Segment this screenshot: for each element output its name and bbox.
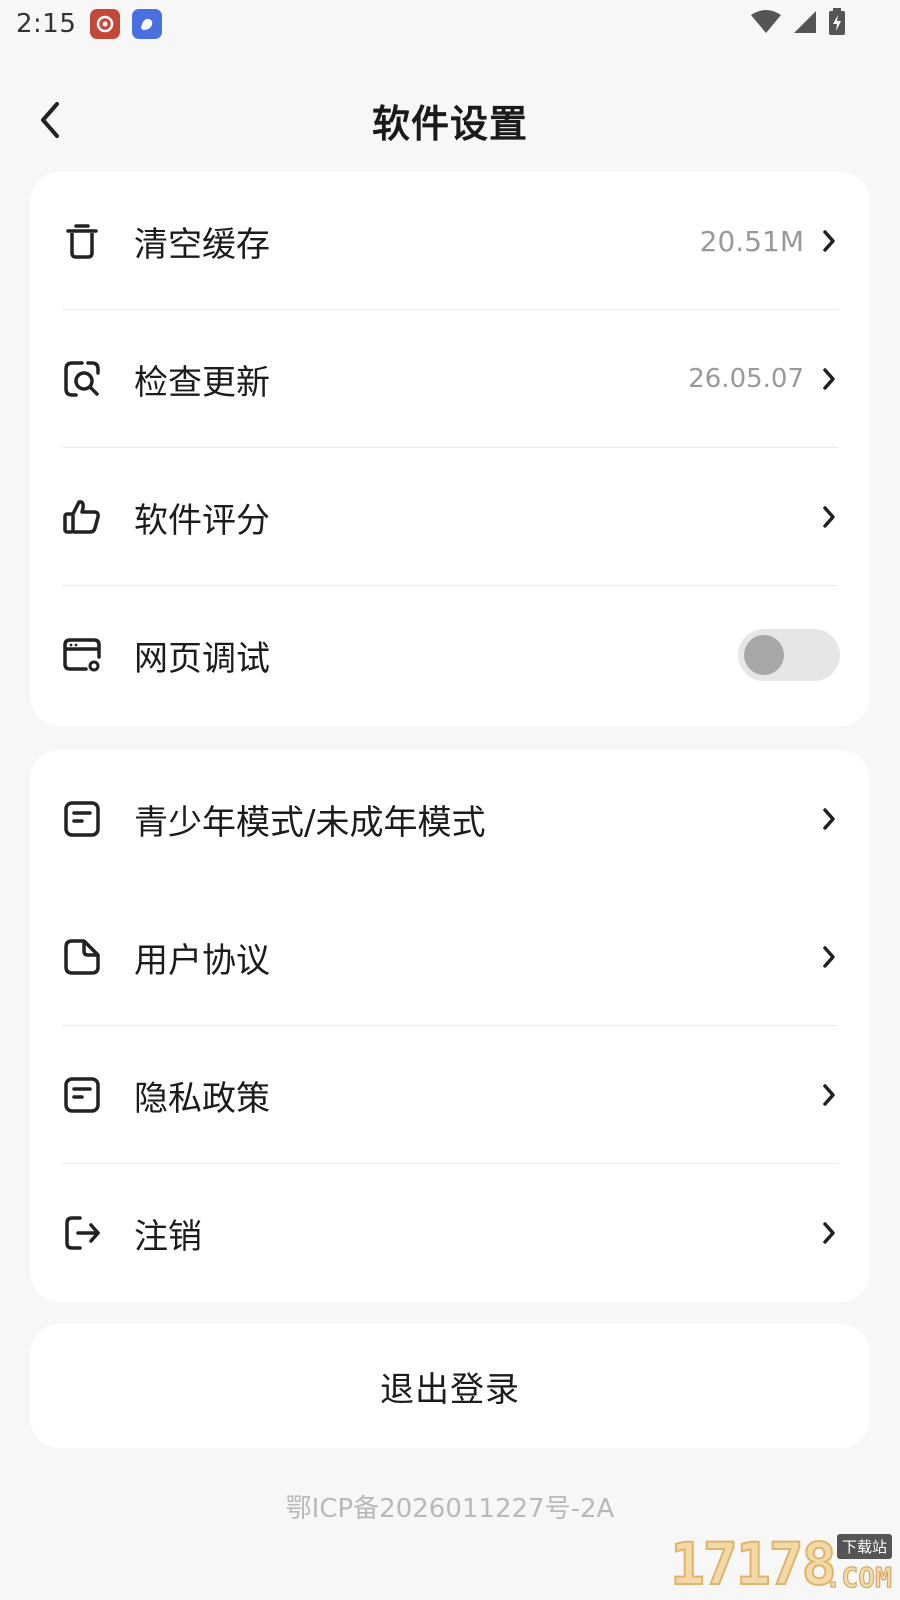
back-button[interactable]: [28, 98, 72, 142]
thumbs-up-icon: [60, 495, 104, 539]
privacy-policy-label: 隐私政策: [134, 1078, 270, 1119]
logout-label: 退出登录: [380, 1369, 520, 1410]
logout-icon: [60, 1211, 104, 1255]
web-debug-label: 网页调试: [134, 638, 270, 679]
check-update-row[interactable]: 检查更新 26.05.07: [30, 310, 870, 448]
page-header: 软件设置: [0, 70, 900, 170]
rate-app-label: 软件评分: [134, 500, 270, 541]
clear-cache-label: 清空缓存: [134, 224, 270, 265]
web-debug-toggle[interactable]: [738, 629, 840, 681]
youth-mode-row[interactable]: 青少年模式/未成年模式: [30, 750, 870, 888]
privacy-policy-row[interactable]: 隐私政策: [30, 1026, 870, 1164]
settings-card-general: 清空缓存 20.51M 检查更新 26.05.07 软件评分 网页调试: [30, 172, 870, 726]
rate-app-row[interactable]: 软件评分: [30, 448, 870, 586]
clear-cache-row[interactable]: 清空缓存 20.51M: [30, 172, 870, 310]
icp-license-text: 鄂ICP备2026011227号-2A: [285, 1494, 615, 1524]
toggle-knob: [744, 635, 784, 675]
document-icon: [60, 797, 104, 841]
chevron-right-icon: [818, 1080, 840, 1110]
signal-icon: [792, 9, 818, 39]
youth-mode-label: 青少年模式/未成年模式: [134, 802, 486, 843]
logout-button[interactable]: 退出登录: [30, 1324, 870, 1448]
chevron-right-icon: [818, 226, 840, 256]
cache-size-value: 20.51M: [699, 224, 804, 258]
user-agreement-row[interactable]: 用户协议: [30, 888, 870, 1026]
chevron-right-icon: [818, 1218, 840, 1248]
watermark-logo: 17178 .COM 下载站: [666, 1529, 896, 1599]
trash-icon: [60, 219, 104, 263]
chevron-right-icon: [818, 502, 840, 532]
chevron-right-icon: [818, 364, 840, 394]
chevron-right-icon: [818, 804, 840, 834]
deactivate-account-label: 注销: [134, 1216, 202, 1257]
watermark-tag: 下载站: [836, 1534, 892, 1559]
back-chevron-icon: [41, 102, 59, 138]
status-time: 2:15: [16, 9, 77, 39]
check-update-label: 检查更新: [134, 362, 270, 403]
watermark-digits: 17178: [669, 1529, 838, 1599]
user-agreement-label: 用户协议: [134, 940, 270, 981]
web-debug-row: 网页调试: [30, 586, 870, 724]
status-bar: 2:15: [0, 0, 900, 48]
settings-card-legal: 青少年模式/未成年模式 用户协议 隐私政策 注销: [30, 750, 870, 1302]
weibo-app-icon: [90, 9, 121, 39]
deactivate-account-row[interactable]: 注销: [30, 1164, 870, 1302]
page-title: 软件设置: [371, 101, 528, 146]
file-icon: [60, 935, 104, 979]
search-page-icon: [60, 357, 104, 401]
document-icon: [60, 1073, 104, 1117]
version-value: 26.05.07: [688, 364, 804, 394]
bird-app-icon: [132, 9, 163, 39]
watermark-suffix: .COM: [824, 1561, 892, 1595]
wifi-icon: [750, 9, 782, 39]
web-debug-icon: [60, 633, 104, 677]
chevron-right-icon: [818, 942, 840, 972]
battery-charging-icon: [828, 8, 846, 40]
